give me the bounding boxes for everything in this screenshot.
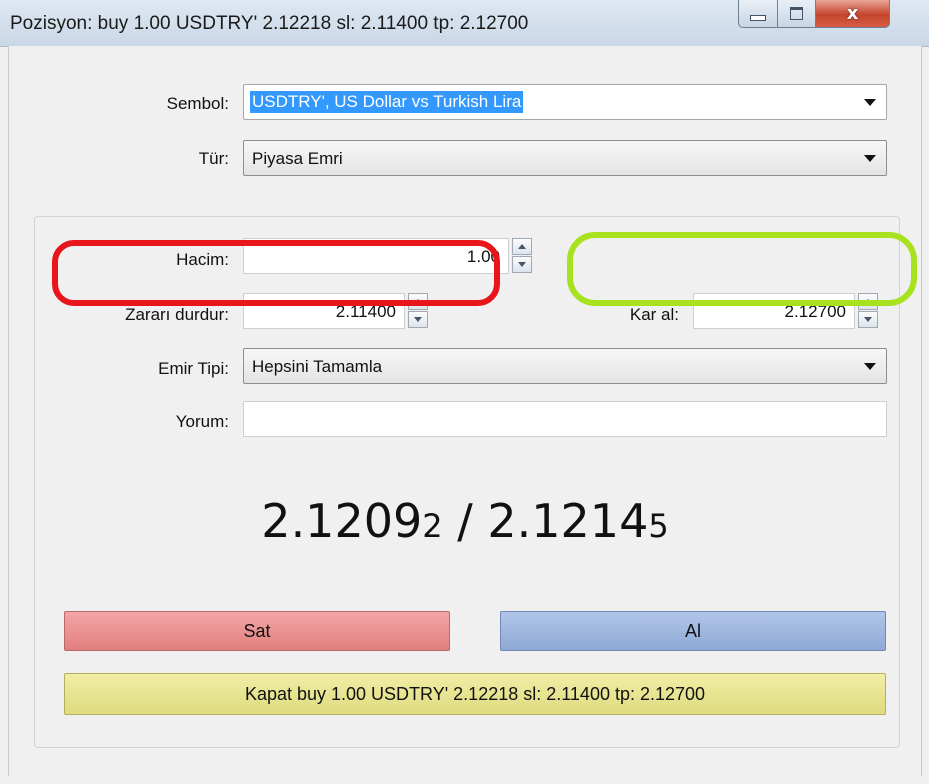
- type-label: Tür:: [198, 149, 229, 168]
- take-profit-down-button[interactable]: [858, 311, 878, 328]
- order-dialog-window: Pozisyon: buy 1.00 USDTRY' 2.12218 sl: 2…: [0, 0, 929, 784]
- type-select[interactable]: Piyasa Emri: [243, 140, 887, 176]
- stop-loss-up-button[interactable]: [408, 293, 428, 310]
- take-profit-up-button[interactable]: [858, 293, 878, 310]
- fill-type-label: Emir Tipi:: [158, 359, 229, 378]
- buy-button[interactable]: Al: [500, 611, 886, 651]
- close-button[interactable]: x: [816, 0, 890, 28]
- ask-price-last-digit: 5: [648, 507, 669, 545]
- minimize-button[interactable]: [738, 0, 778, 28]
- title-bar[interactable]: Pozisyon: buy 1.00 USDTRY' 2.12218 sl: 2…: [0, 0, 929, 47]
- close-icon: x: [846, 3, 859, 24]
- fill-type-value: Hepsini Tamamla: [252, 357, 383, 376]
- minimize-icon: [750, 14, 766, 21]
- arrow-down-icon: [864, 317, 872, 322]
- bid-price-main: 2.1209: [261, 494, 423, 548]
- take-profit-spinner[interactable]: [858, 293, 878, 329]
- volume-spinner[interactable]: [512, 238, 532, 274]
- symbol-value: USDTRY', US Dollar vs Turkish Lira: [250, 91, 524, 113]
- maximize-button[interactable]: [778, 0, 816, 28]
- comment-input[interactable]: [243, 401, 887, 437]
- window-title: Pozisyon: buy 1.00 USDTRY' 2.12218 sl: 2…: [10, 13, 529, 34]
- take-profit-label: Kar al:: [629, 305, 679, 324]
- arrow-down-icon: [414, 317, 422, 322]
- take-profit-input[interactable]: 2.12700: [693, 293, 855, 329]
- quote-display: 2.12092 / 2.12145: [9, 494, 921, 548]
- arrow-up-icon: [518, 244, 526, 249]
- volume-down-button[interactable]: [512, 256, 532, 273]
- take-profit-value: 2.12700: [784, 302, 846, 321]
- chevron-down-icon: [864, 155, 876, 162]
- arrow-up-icon: [864, 299, 872, 304]
- volume-up-button[interactable]: [512, 238, 532, 255]
- maximize-icon: [790, 7, 803, 20]
- stop-loss-label: Zararı durdur:: [125, 305, 229, 324]
- stop-loss-down-button[interactable]: [408, 311, 428, 328]
- arrow-down-icon: [518, 262, 526, 267]
- dialog-body: Sembol: USDTRY', US Dollar vs Turkish Li…: [8, 46, 922, 776]
- sell-button[interactable]: Sat: [64, 611, 450, 651]
- stop-loss-input[interactable]: 2.11400: [243, 293, 405, 329]
- stop-loss-value: 2.11400: [335, 302, 396, 321]
- chevron-down-icon: [864, 363, 876, 370]
- volume-label: Hacim:: [176, 250, 229, 269]
- stop-loss-spinner[interactable]: [408, 293, 428, 329]
- bid-price-last-digit: 2: [422, 507, 443, 545]
- symbol-label: Sembol:: [166, 94, 229, 113]
- fill-type-select[interactable]: Hepsini Tamamla: [243, 348, 887, 384]
- volume-input[interactable]: 1.00: [243, 238, 509, 274]
- type-value: Piyasa Emri: [252, 149, 343, 168]
- quote-separator: /: [442, 494, 488, 548]
- comment-label: Yorum:: [175, 412, 229, 431]
- close-position-button[interactable]: Kapat buy 1.00 USDTRY' 2.12218 sl: 2.114…: [64, 673, 886, 715]
- arrow-up-icon: [414, 299, 422, 304]
- symbol-select[interactable]: USDTRY', US Dollar vs Turkish Lira: [243, 84, 887, 120]
- volume-value: 1.00: [466, 247, 500, 266]
- chevron-down-icon: [864, 99, 876, 106]
- ask-price-main: 2.1214: [487, 494, 649, 548]
